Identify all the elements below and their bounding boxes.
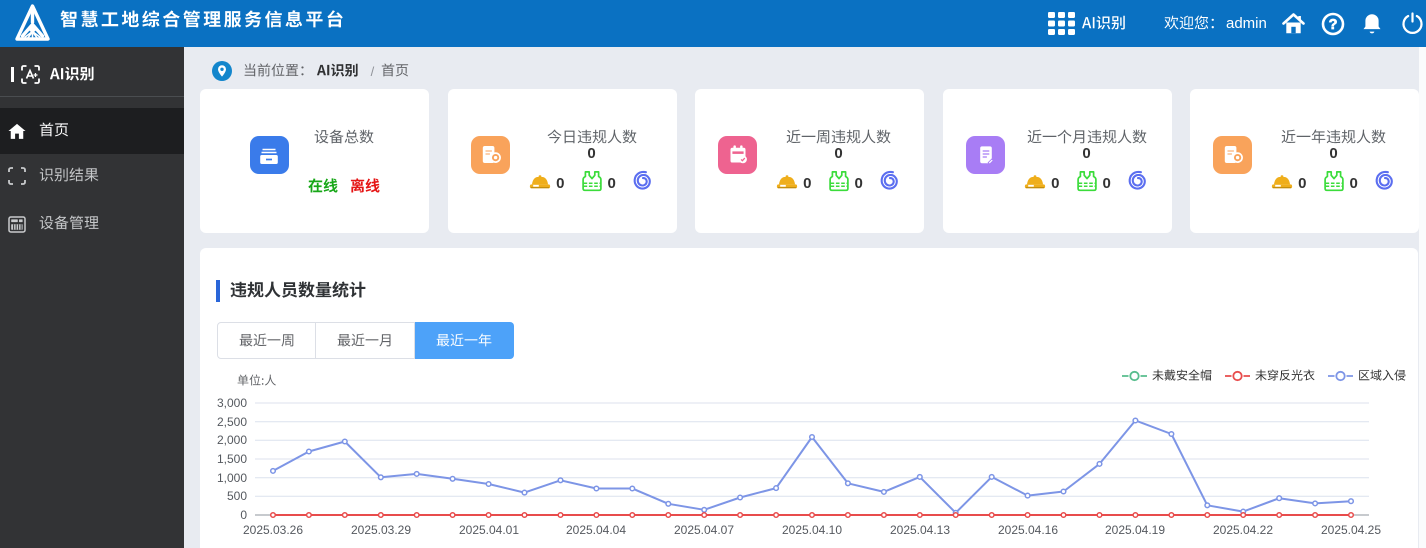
svg-text:?: ? (1329, 17, 1338, 33)
